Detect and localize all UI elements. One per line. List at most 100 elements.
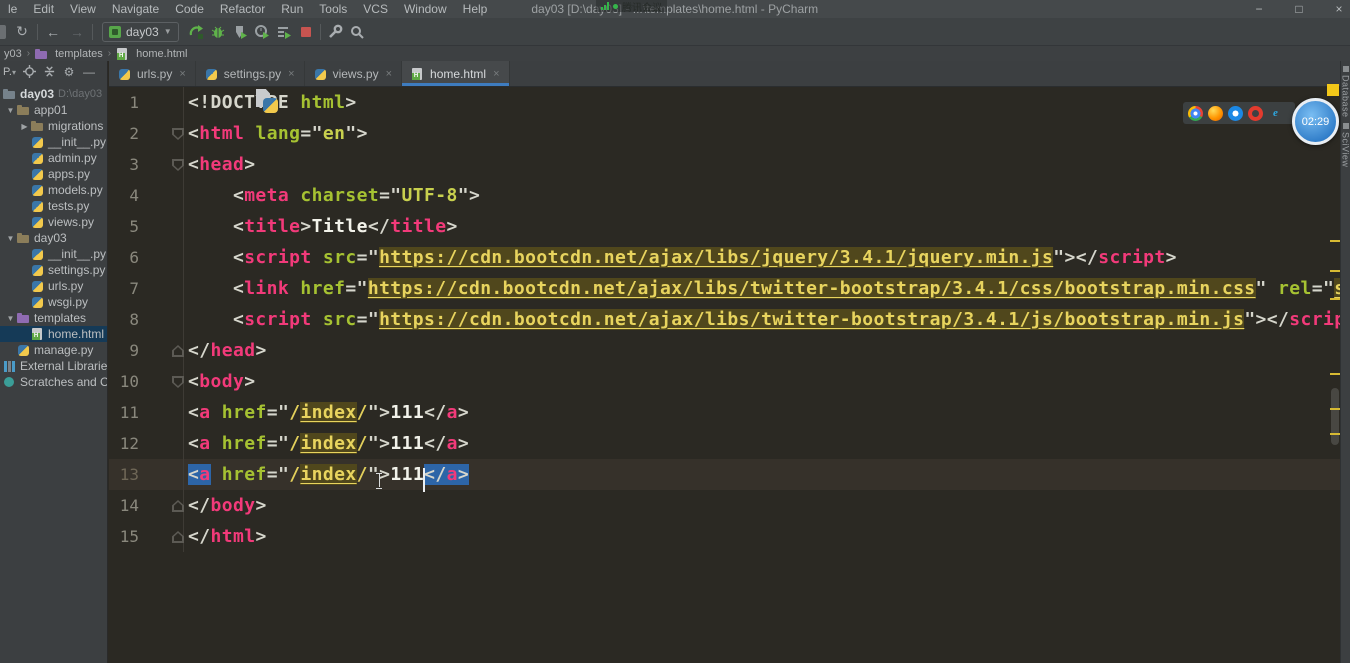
line-number[interactable]: 14 bbox=[109, 496, 139, 515]
tree-item-external-libraries[interactable]: External Libraries bbox=[0, 358, 107, 374]
safari-icon[interactable] bbox=[1228, 105, 1243, 121]
line-number[interactable]: 13 bbox=[109, 465, 139, 484]
code-line-8[interactable]: 8 <script src="https://cdn.bootcdn.net/a… bbox=[109, 304, 1341, 335]
code-line-7[interactable]: 7 <link href="https://cdn.bootcdn.net/aj… bbox=[109, 273, 1341, 304]
opera-icon[interactable] bbox=[1248, 105, 1263, 121]
warning-stripe-mark[interactable] bbox=[1330, 270, 1340, 272]
code-line-14[interactable]: 14 </body> bbox=[109, 490, 1341, 521]
tree-item-templates[interactable]: ▼ templates bbox=[0, 310, 107, 326]
fold-start-marker[interactable] bbox=[172, 376, 184, 388]
wrench-icon[interactable] bbox=[324, 21, 346, 43]
menu-item-le[interactable]: le bbox=[0, 2, 25, 16]
tree-item-apps-py[interactable]: apps.py bbox=[0, 166, 107, 182]
maximize-button[interactable]: □ bbox=[1292, 2, 1306, 16]
tree-item-home-html[interactable]: home.html bbox=[0, 326, 107, 342]
tree-item-init-py[interactable]: __init__.py bbox=[0, 246, 107, 262]
menu-item-navigate[interactable]: Navigate bbox=[104, 2, 167, 16]
run-with-coverage-button[interactable] bbox=[229, 21, 251, 43]
tab-views-py[interactable]: views.py × bbox=[305, 61, 403, 86]
close-icon[interactable]: × bbox=[179, 68, 185, 80]
firefox-icon[interactable] bbox=[1208, 105, 1223, 121]
tree-item-migrations[interactable]: ▶ migrations bbox=[0, 118, 107, 134]
warning-stripe-mark[interactable] bbox=[1330, 240, 1340, 242]
tree-item-wsgi-py[interactable]: wsgi.py bbox=[0, 294, 107, 310]
code-line-4[interactable]: 4 <meta charset="UTF-8"> bbox=[109, 180, 1341, 211]
tree-item-views-py[interactable]: views.py bbox=[0, 214, 107, 230]
close-button[interactable]: × bbox=[1332, 2, 1346, 16]
tree-item-init-py[interactable]: __init__.py bbox=[0, 134, 107, 150]
code-line-6[interactable]: 6 <script src="https://cdn.bootcdn.net/a… bbox=[109, 242, 1341, 273]
tab-urls-py[interactable]: urls.py × bbox=[109, 61, 196, 86]
run-concurrency-button[interactable] bbox=[273, 21, 295, 43]
chevron-down-icon[interactable]: ▼ bbox=[4, 106, 17, 115]
tab-settings-py[interactable]: settings.py × bbox=[196, 61, 305, 86]
line-number[interactable]: 3 bbox=[109, 155, 139, 174]
search-icon[interactable] bbox=[346, 21, 368, 43]
line-number[interactable]: 8 bbox=[109, 310, 139, 329]
chrome-icon[interactable] bbox=[1188, 105, 1203, 121]
chevron-down-icon[interactable]: ▼ bbox=[4, 314, 17, 323]
menu-item-help[interactable]: Help bbox=[455, 2, 496, 16]
menu-item-window[interactable]: Window bbox=[396, 2, 455, 16]
tab-home-html[interactable]: home.html × bbox=[402, 61, 510, 86]
code-line-5[interactable]: 5 <title>Title</title> bbox=[109, 211, 1341, 242]
run-configuration-select[interactable]: day03 ▼ bbox=[102, 21, 179, 42]
breadcrumb-item-templates[interactable]: templates bbox=[33, 48, 105, 60]
tree-item-settings-py[interactable]: settings.py bbox=[0, 262, 107, 278]
line-number[interactable]: 4 bbox=[109, 186, 139, 205]
warning-stripe-mark[interactable] bbox=[1330, 373, 1340, 375]
menu-item-tools[interactable]: Tools bbox=[311, 2, 355, 16]
clipped-save-icon[interactable] bbox=[0, 24, 6, 39]
project-dropdown[interactable]: P.▾ bbox=[3, 66, 16, 78]
tree-item-tests-py[interactable]: tests.py bbox=[0, 198, 107, 214]
toolwindow-tab-sciview[interactable]: SciView bbox=[1341, 122, 1350, 167]
profiler-button[interactable] bbox=[251, 21, 273, 43]
chevron-right-icon[interactable]: ▶ bbox=[18, 122, 31, 131]
tree-item-day03[interactable]: day03 D:\day03 bbox=[0, 86, 107, 102]
minimize-button[interactable]: − bbox=[1252, 2, 1266, 16]
warning-stripe-mark[interactable] bbox=[1330, 433, 1340, 435]
line-number[interactable]: 12 bbox=[109, 434, 139, 453]
line-number[interactable]: 10 bbox=[109, 372, 139, 391]
menu-item-vcs[interactable]: VCS bbox=[355, 2, 396, 16]
ie-icon[interactable]: e bbox=[1268, 106, 1283, 121]
code-editor[interactable]: 1 <!DOCTYPE html> 2 <html lang="en"> 3 <head>… bbox=[109, 87, 1350, 663]
tree-item-manage-py[interactable]: manage.py bbox=[0, 342, 107, 358]
warning-stripe-mark[interactable] bbox=[1330, 298, 1340, 300]
forward-arrow-icon[interactable]: → bbox=[65, 21, 89, 43]
menu-item-refactor[interactable]: Refactor bbox=[212, 2, 273, 16]
code-line-2[interactable]: 2 <html lang="en"> bbox=[109, 118, 1341, 149]
collapse-all-icon[interactable] bbox=[42, 65, 56, 79]
hide-panel-icon[interactable]: — bbox=[82, 65, 96, 79]
line-number[interactable]: 11 bbox=[109, 403, 139, 422]
line-number[interactable]: 5 bbox=[109, 217, 139, 236]
fold-start-marker[interactable] bbox=[172, 128, 184, 140]
locate-icon[interactable] bbox=[22, 65, 36, 79]
code-line-1[interactable]: 1 <!DOCTYPE html> bbox=[109, 87, 1341, 118]
code-line-10[interactable]: 10 <body> bbox=[109, 366, 1341, 397]
scrollbar-thumb[interactable] bbox=[1331, 388, 1339, 445]
gear-icon[interactable]: ⚙ bbox=[62, 65, 76, 79]
fold-end-marker[interactable] bbox=[172, 345, 184, 357]
close-icon[interactable]: × bbox=[386, 68, 392, 80]
tree-item-admin-py[interactable]: admin.py bbox=[0, 150, 107, 166]
fold-end-marker[interactable] bbox=[172, 531, 184, 543]
close-icon[interactable]: × bbox=[493, 68, 499, 80]
line-number[interactable]: 1 bbox=[109, 93, 139, 112]
line-number[interactable]: 15 bbox=[109, 527, 139, 546]
close-icon[interactable]: × bbox=[288, 68, 294, 80]
code-line-15[interactable]: 15 </html> bbox=[109, 521, 1341, 552]
chevron-down-icon[interactable]: ▼ bbox=[4, 234, 17, 243]
tree-item-app01[interactable]: ▼ app01 bbox=[0, 102, 107, 118]
menu-item-code[interactable]: Code bbox=[167, 2, 212, 16]
tree-item-urls-py[interactable]: urls.py bbox=[0, 278, 107, 294]
menu-item-edit[interactable]: Edit bbox=[25, 2, 62, 16]
line-number[interactable]: 9 bbox=[109, 341, 139, 360]
line-number[interactable]: 2 bbox=[109, 124, 139, 143]
stop-button[interactable] bbox=[295, 21, 317, 43]
run-button[interactable] bbox=[185, 21, 207, 43]
menu-item-run[interactable]: Run bbox=[273, 2, 311, 16]
toolwindow-tab-database[interactable]: Database bbox=[1341, 66, 1350, 118]
fold-start-marker[interactable] bbox=[172, 159, 184, 171]
breadcrumb-item-home-html[interactable]: home.html bbox=[114, 47, 189, 60]
